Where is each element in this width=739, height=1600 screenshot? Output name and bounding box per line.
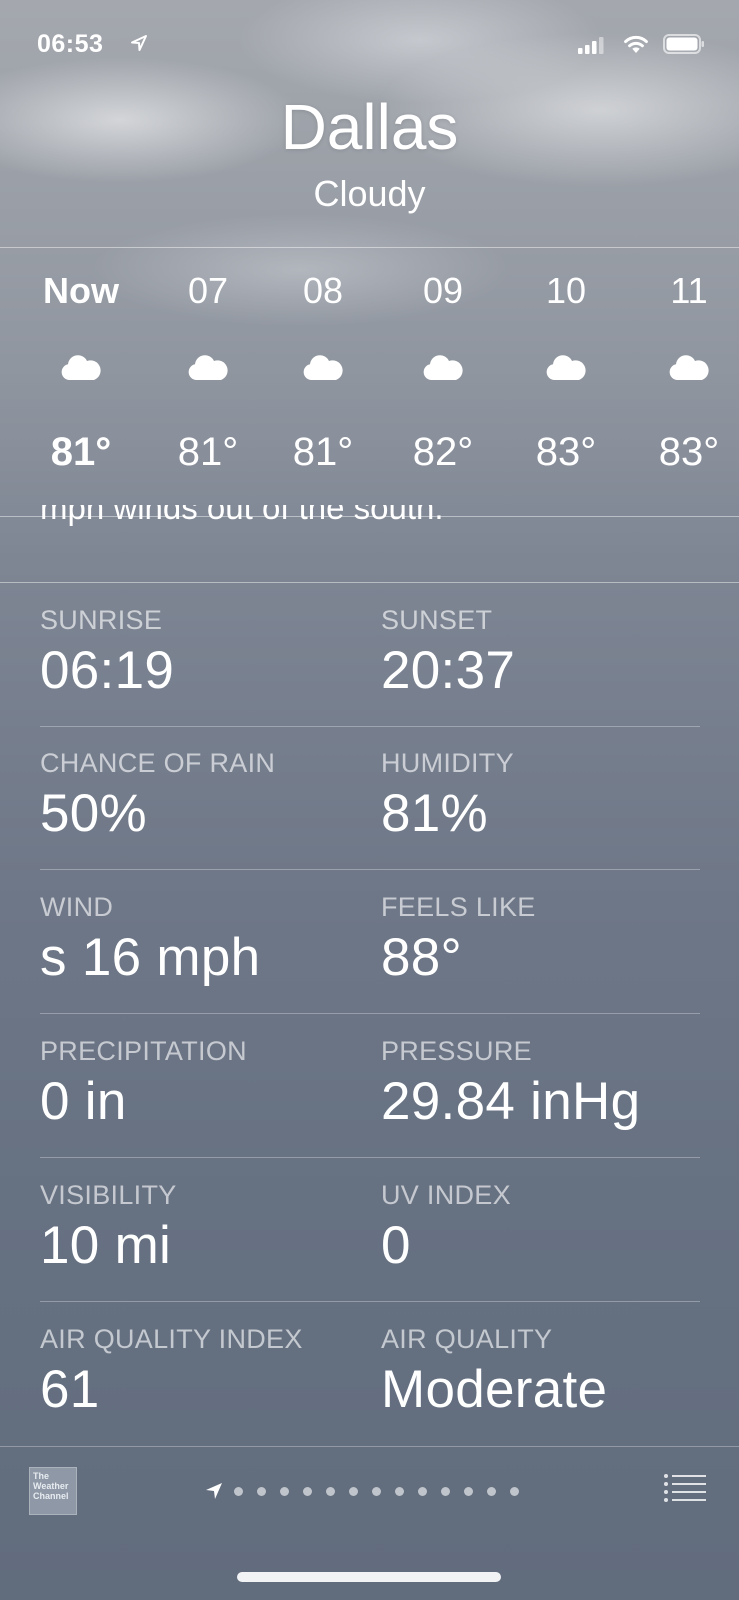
page-dot [257, 1486, 266, 1496]
detail-row: SUNRISE 06:19 SUNSET 20:37 [40, 580, 700, 724]
detail-row: VISIBILITY 10 mi UV INDEX 0 [40, 1155, 700, 1299]
cloud-icon [303, 355, 343, 380]
location-arrow-icon [206, 1483, 222, 1499]
page-dot [303, 1486, 312, 1496]
detail-label: SUNRISE [40, 605, 163, 635]
page-dot [464, 1486, 473, 1496]
page-dot [234, 1486, 243, 1496]
battery-icon [663, 34, 704, 54]
detail-label: WIND [40, 892, 114, 922]
hour-item: 11 83° [639, 248, 739, 516]
detail-label: PRESSURE [381, 1036, 532, 1066]
hour-temp: 83° [535, 430, 597, 474]
logo-text-line: Weather [33, 1481, 69, 1491]
page-dot [326, 1486, 335, 1496]
detail-label: FEELS LIKE [381, 892, 536, 922]
hour-item: 07 81° [158, 248, 258, 516]
hour-temp: 81° [292, 430, 354, 474]
forecast-summary-text: mph winds out of the south. [40, 505, 720, 545]
page-dot [487, 1486, 496, 1496]
detail-value: 50% [40, 784, 147, 843]
cloud-icon [188, 355, 228, 380]
page-dot [372, 1486, 381, 1496]
hour-item: 08 81° [273, 248, 373, 516]
detail-label: AIR QUALITY INDEX [40, 1324, 303, 1354]
hour-item: 10 83° [516, 248, 616, 516]
page-dot [280, 1486, 289, 1496]
detail-value: 06:19 [40, 641, 175, 700]
detail-value: 0 in [40, 1072, 127, 1131]
status-bar: 06:53 [0, 0, 739, 92]
cloud-icon [423, 355, 463, 380]
detail-chance-of-rain: CHANCE OF RAIN 50% [40, 723, 370, 844]
cellular-signal-icon [578, 37, 604, 54]
detail-label: VISIBILITY [40, 1180, 177, 1210]
hour-label: Now [43, 270, 119, 311]
status-time: 06:53 [37, 30, 104, 58]
cloud-icon [61, 355, 101, 380]
detail-air-quality-index: AIR QUALITY INDEX 61 [40, 1299, 370, 1420]
detail-visibility: VISIBILITY 10 mi [40, 1155, 370, 1276]
detail-feels-like: FEELS LIKE 88° [381, 867, 711, 988]
detail-row: WIND s 16 mph FEELS LIKE 88° [40, 867, 700, 1011]
detail-uv-index: UV INDEX 0 [381, 1155, 711, 1276]
hour-label: 10 [545, 270, 587, 311]
home-indicator[interactable] [237, 1572, 501, 1582]
hour-item: 09 82° [393, 248, 493, 516]
logo-text-line: The [33, 1471, 50, 1481]
detail-value: 61 [40, 1360, 100, 1419]
detail-label: CHANCE OF RAIN [40, 748, 276, 778]
cloud-icon [546, 355, 586, 380]
summary-text: mph winds out of the south. [40, 505, 444, 526]
detail-value: 29.84 inHg [381, 1072, 641, 1131]
detail-value: s 16 mph [40, 928, 261, 987]
detail-humidity: HUMIDITY 81% [381, 723, 711, 844]
hour-label: 09 [422, 270, 464, 311]
detail-value: 10 mi [40, 1216, 172, 1275]
detail-pressure: PRESSURE 29.84 inHg [381, 1011, 711, 1132]
page-dot [441, 1486, 450, 1496]
detail-row: PRECIPITATION 0 in PRESSURE 29.84 inHg [40, 1011, 700, 1155]
city-list-icon[interactable] [663, 1473, 707, 1503]
detail-value: 0 [381, 1216, 411, 1275]
detail-label: PRECIPITATION [40, 1036, 247, 1066]
weather-channel-logo[interactable]: The Weather Channel [29, 1467, 77, 1515]
cloud-icon [669, 355, 709, 380]
current-condition: Cloudy [313, 173, 426, 214]
page-dot [349, 1486, 358, 1496]
hour-item: Now 81° [31, 248, 131, 516]
hour-label: 08 [302, 270, 344, 311]
hour-temp: 83° [658, 430, 720, 474]
detail-label: AIR QUALITY [381, 1324, 553, 1354]
detail-sunrise: SUNRISE 06:19 [40, 580, 370, 701]
detail-label: HUMIDITY [381, 748, 514, 778]
detail-precipitation: PRECIPITATION 0 in [40, 1011, 370, 1132]
hourly-forecast[interactable]: Now 81° 07 81° 08 81° 09 82° 10 83° 11 8… [0, 248, 739, 516]
detail-label: UV INDEX [381, 1180, 511, 1210]
hour-temp: 82° [412, 430, 474, 474]
wifi-icon [624, 35, 648, 53]
detail-air-quality: AIR QUALITY Moderate [381, 1299, 711, 1420]
hour-temp: 81° [50, 430, 112, 474]
city-name: Dallas [280, 91, 459, 163]
detail-wind: WIND s 16 mph [40, 867, 370, 988]
detail-sunset: SUNSET 20:37 [381, 580, 711, 701]
hour-temp: 81° [177, 430, 239, 474]
logo-text-line: Channel [33, 1491, 69, 1501]
detail-row: CHANCE OF RAIN 50% HUMIDITY 81% [40, 723, 700, 867]
page-dot [510, 1486, 519, 1496]
page-dot [418, 1486, 427, 1496]
hour-label: 11 [670, 270, 708, 311]
page-indicator[interactable] [204, 1479, 533, 1503]
detail-value: 81% [381, 784, 488, 843]
detail-value: 20:37 [381, 641, 516, 700]
detail-value: Moderate [381, 1360, 608, 1419]
location-arrow-icon [131, 35, 147, 51]
detail-value: 88° [381, 928, 463, 987]
hour-label: 07 [187, 270, 229, 311]
detail-label: SUNSET [381, 605, 493, 635]
detail-row: AIR QUALITY INDEX 61 AIR QUALITY Moderat… [40, 1299, 700, 1443]
page-dot [395, 1486, 404, 1496]
